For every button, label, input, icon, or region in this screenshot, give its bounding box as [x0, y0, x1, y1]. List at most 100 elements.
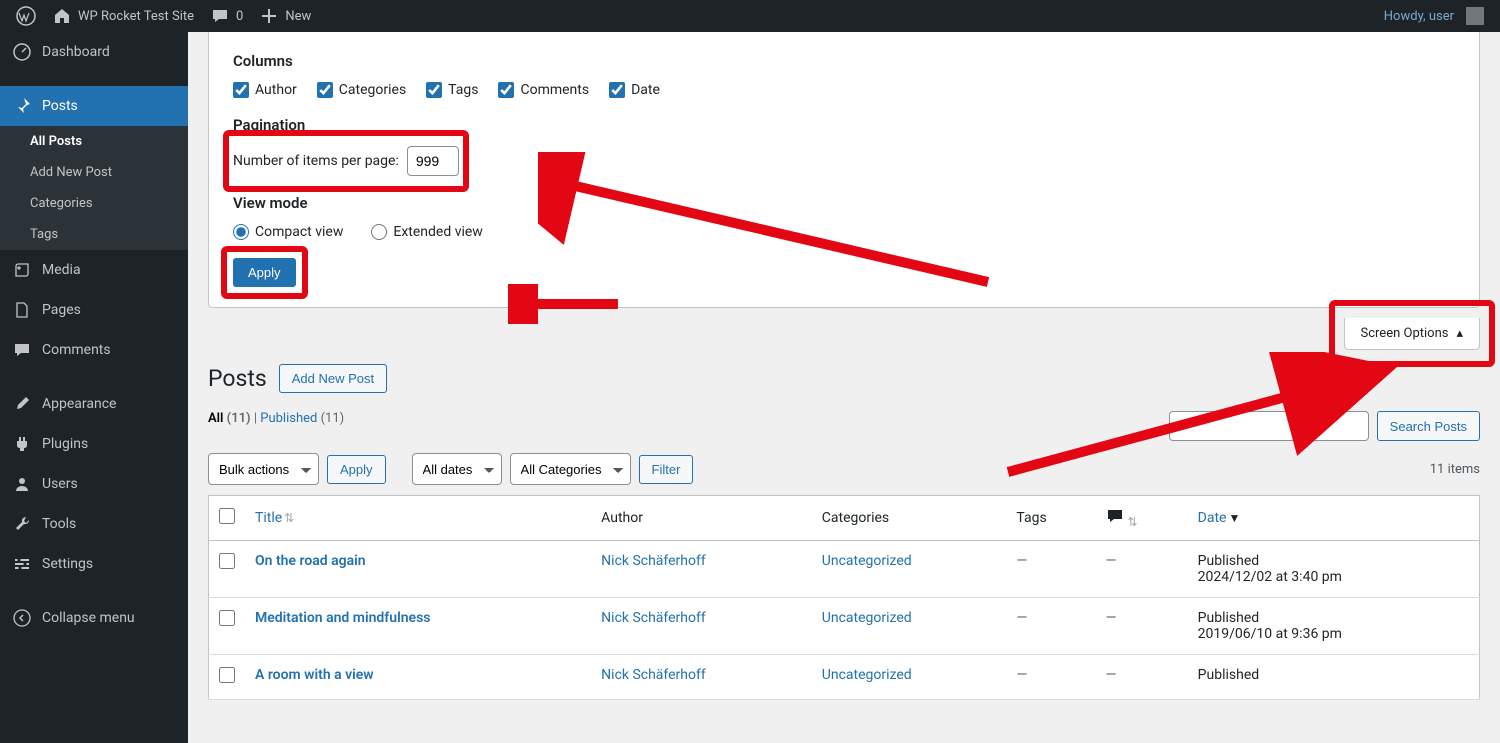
- filter-published-label: Published: [260, 411, 317, 426]
- new-label: New: [285, 9, 311, 24]
- submenu-tags[interactable]: Tags: [0, 219, 188, 250]
- col-categories[interactable]: Categories: [812, 496, 1007, 541]
- date-cell: Published: [1188, 655, 1480, 700]
- add-new-post-button[interactable]: Add New Post: [279, 364, 387, 393]
- menu-settings[interactable]: Settings: [0, 544, 188, 584]
- author-link[interactable]: Nick Schäferhoff: [601, 667, 706, 683]
- col-categories-label: Categories: [339, 82, 406, 98]
- tags-cell: —: [1006, 598, 1095, 655]
- menu-media[interactable]: Media: [0, 250, 188, 290]
- col-tags[interactable]: Tags: [1006, 496, 1095, 541]
- screen-options-toggle[interactable]: Screen Options ▴: [1344, 318, 1481, 350]
- row-checkbox[interactable]: [219, 553, 235, 569]
- avatar: [1466, 7, 1484, 25]
- view-extended-input[interactable]: [371, 224, 387, 240]
- wp-logo-menu[interactable]: [8, 0, 44, 32]
- col-tags-checkbox[interactable]: [426, 82, 442, 98]
- col-comments-check[interactable]: Comments: [498, 82, 589, 98]
- submenu-categories[interactable]: Categories: [0, 188, 188, 219]
- col-tags-check[interactable]: Tags: [426, 82, 478, 98]
- menu-pages[interactable]: Pages: [0, 290, 188, 330]
- menu-dashboard[interactable]: Dashboard: [0, 32, 188, 72]
- view-compact-label: Compact view: [255, 224, 343, 240]
- col-date-checkbox[interactable]: [609, 82, 625, 98]
- menu-appearance-label: Appearance: [42, 396, 116, 412]
- col-author-label: Author: [255, 82, 297, 98]
- view-extended-radio[interactable]: Extended view: [371, 224, 482, 240]
- col-date[interactable]: Date▼: [1188, 496, 1480, 541]
- menu-posts[interactable]: Posts: [0, 86, 188, 126]
- col-title[interactable]: Title⇅: [245, 496, 591, 541]
- category-link[interactable]: Uncategorized: [822, 610, 912, 626]
- filter-published-count: (11): [321, 411, 345, 426]
- author-link[interactable]: Nick Schäferhoff: [601, 553, 706, 569]
- category-link[interactable]: Uncategorized: [822, 553, 912, 569]
- menu-plugins[interactable]: Plugins: [0, 424, 188, 464]
- col-date-label: Date: [1198, 510, 1227, 526]
- col-comments[interactable]: ⇅: [1095, 496, 1187, 541]
- submenu-all-posts[interactable]: All Posts: [0, 126, 188, 157]
- post-timestamp: 2024/12/02 at 3:40 pm: [1198, 569, 1469, 585]
- categories-filter-select[interactable]: All Categories: [510, 453, 631, 485]
- post-title-link[interactable]: Meditation and mindfulness: [255, 610, 430, 626]
- tags-cell: —: [1006, 655, 1095, 700]
- col-author-check[interactable]: Author: [233, 82, 297, 98]
- collapse-icon: [12, 608, 32, 628]
- pin-icon: [12, 96, 32, 116]
- annotation-arrow-apply: [508, 284, 628, 324]
- post-title-link[interactable]: On the road again: [255, 553, 366, 569]
- post-status: Published: [1198, 553, 1469, 569]
- row-checkbox[interactable]: [219, 667, 235, 683]
- bulk-apply-button[interactable]: Apply: [327, 455, 386, 484]
- dates-filter-select[interactable]: All dates: [412, 453, 502, 485]
- col-date-check[interactable]: Date: [609, 82, 660, 98]
- category-link[interactable]: Uncategorized: [822, 667, 912, 683]
- col-categories-checkbox[interactable]: [317, 82, 333, 98]
- user-icon: [12, 474, 32, 494]
- settings-icon: [12, 554, 32, 574]
- post-status: Published: [1198, 667, 1469, 683]
- new-content-link[interactable]: New: [251, 0, 319, 32]
- comments-cell: —: [1095, 655, 1187, 700]
- site-title-link[interactable]: WP Rocket Test Site: [44, 0, 202, 32]
- home-icon: [52, 6, 72, 26]
- submenu-add-new-post[interactable]: Add New Post: [0, 157, 188, 188]
- pagination-highlight: Number of items per page:: [233, 146, 459, 176]
- author-link[interactable]: Nick Schäferhoff: [601, 610, 706, 626]
- per-page-input[interactable]: [407, 146, 459, 176]
- media-icon: [12, 260, 32, 280]
- col-comments-checkbox[interactable]: [498, 82, 514, 98]
- comment-icon: [12, 340, 32, 360]
- filter-button[interactable]: Filter: [639, 455, 694, 484]
- col-author-checkbox[interactable]: [233, 82, 249, 98]
- menu-tools[interactable]: Tools: [0, 504, 188, 544]
- filter-all[interactable]: All (11): [208, 411, 251, 426]
- wrench-icon: [12, 514, 32, 534]
- caret-up-icon: ▴: [1456, 326, 1463, 341]
- collapse-menu[interactable]: Collapse menu: [0, 598, 188, 638]
- post-title-link[interactable]: A room with a view: [255, 667, 374, 683]
- bulk-actions-select[interactable]: Bulk actions: [208, 453, 319, 485]
- row-checkbox[interactable]: [219, 610, 235, 626]
- filter-published[interactable]: Published (11): [260, 411, 344, 426]
- select-all-checkbox[interactable]: [219, 508, 235, 524]
- page-icon: [12, 300, 32, 320]
- sort-desc-icon: ▼: [1228, 511, 1240, 525]
- col-author[interactable]: Author: [591, 496, 812, 541]
- menu-appearance[interactable]: Appearance: [0, 384, 188, 424]
- screen-options-apply-button[interactable]: Apply: [233, 258, 296, 287]
- table-row: On the road again Nick Schäferhoff Uncat…: [209, 541, 1480, 598]
- menu-users[interactable]: Users: [0, 464, 188, 504]
- comments-link[interactable]: 0: [202, 0, 251, 32]
- view-compact-radio[interactable]: Compact view: [233, 224, 343, 240]
- menu-comments[interactable]: Comments: [0, 330, 188, 370]
- howdy-user[interactable]: Howdy, user: [1376, 0, 1492, 32]
- tags-cell: —: [1006, 541, 1095, 598]
- col-categories-check[interactable]: Categories: [317, 82, 406, 98]
- menu-posts-label: Posts: [42, 98, 78, 114]
- site-title: WP Rocket Test Site: [78, 9, 194, 24]
- view-compact-input[interactable]: [233, 224, 249, 240]
- table-row: Meditation and mindfulness Nick Schäferh…: [209, 598, 1480, 655]
- columns-heading: Columns: [233, 52, 1455, 70]
- plus-icon: [259, 6, 279, 26]
